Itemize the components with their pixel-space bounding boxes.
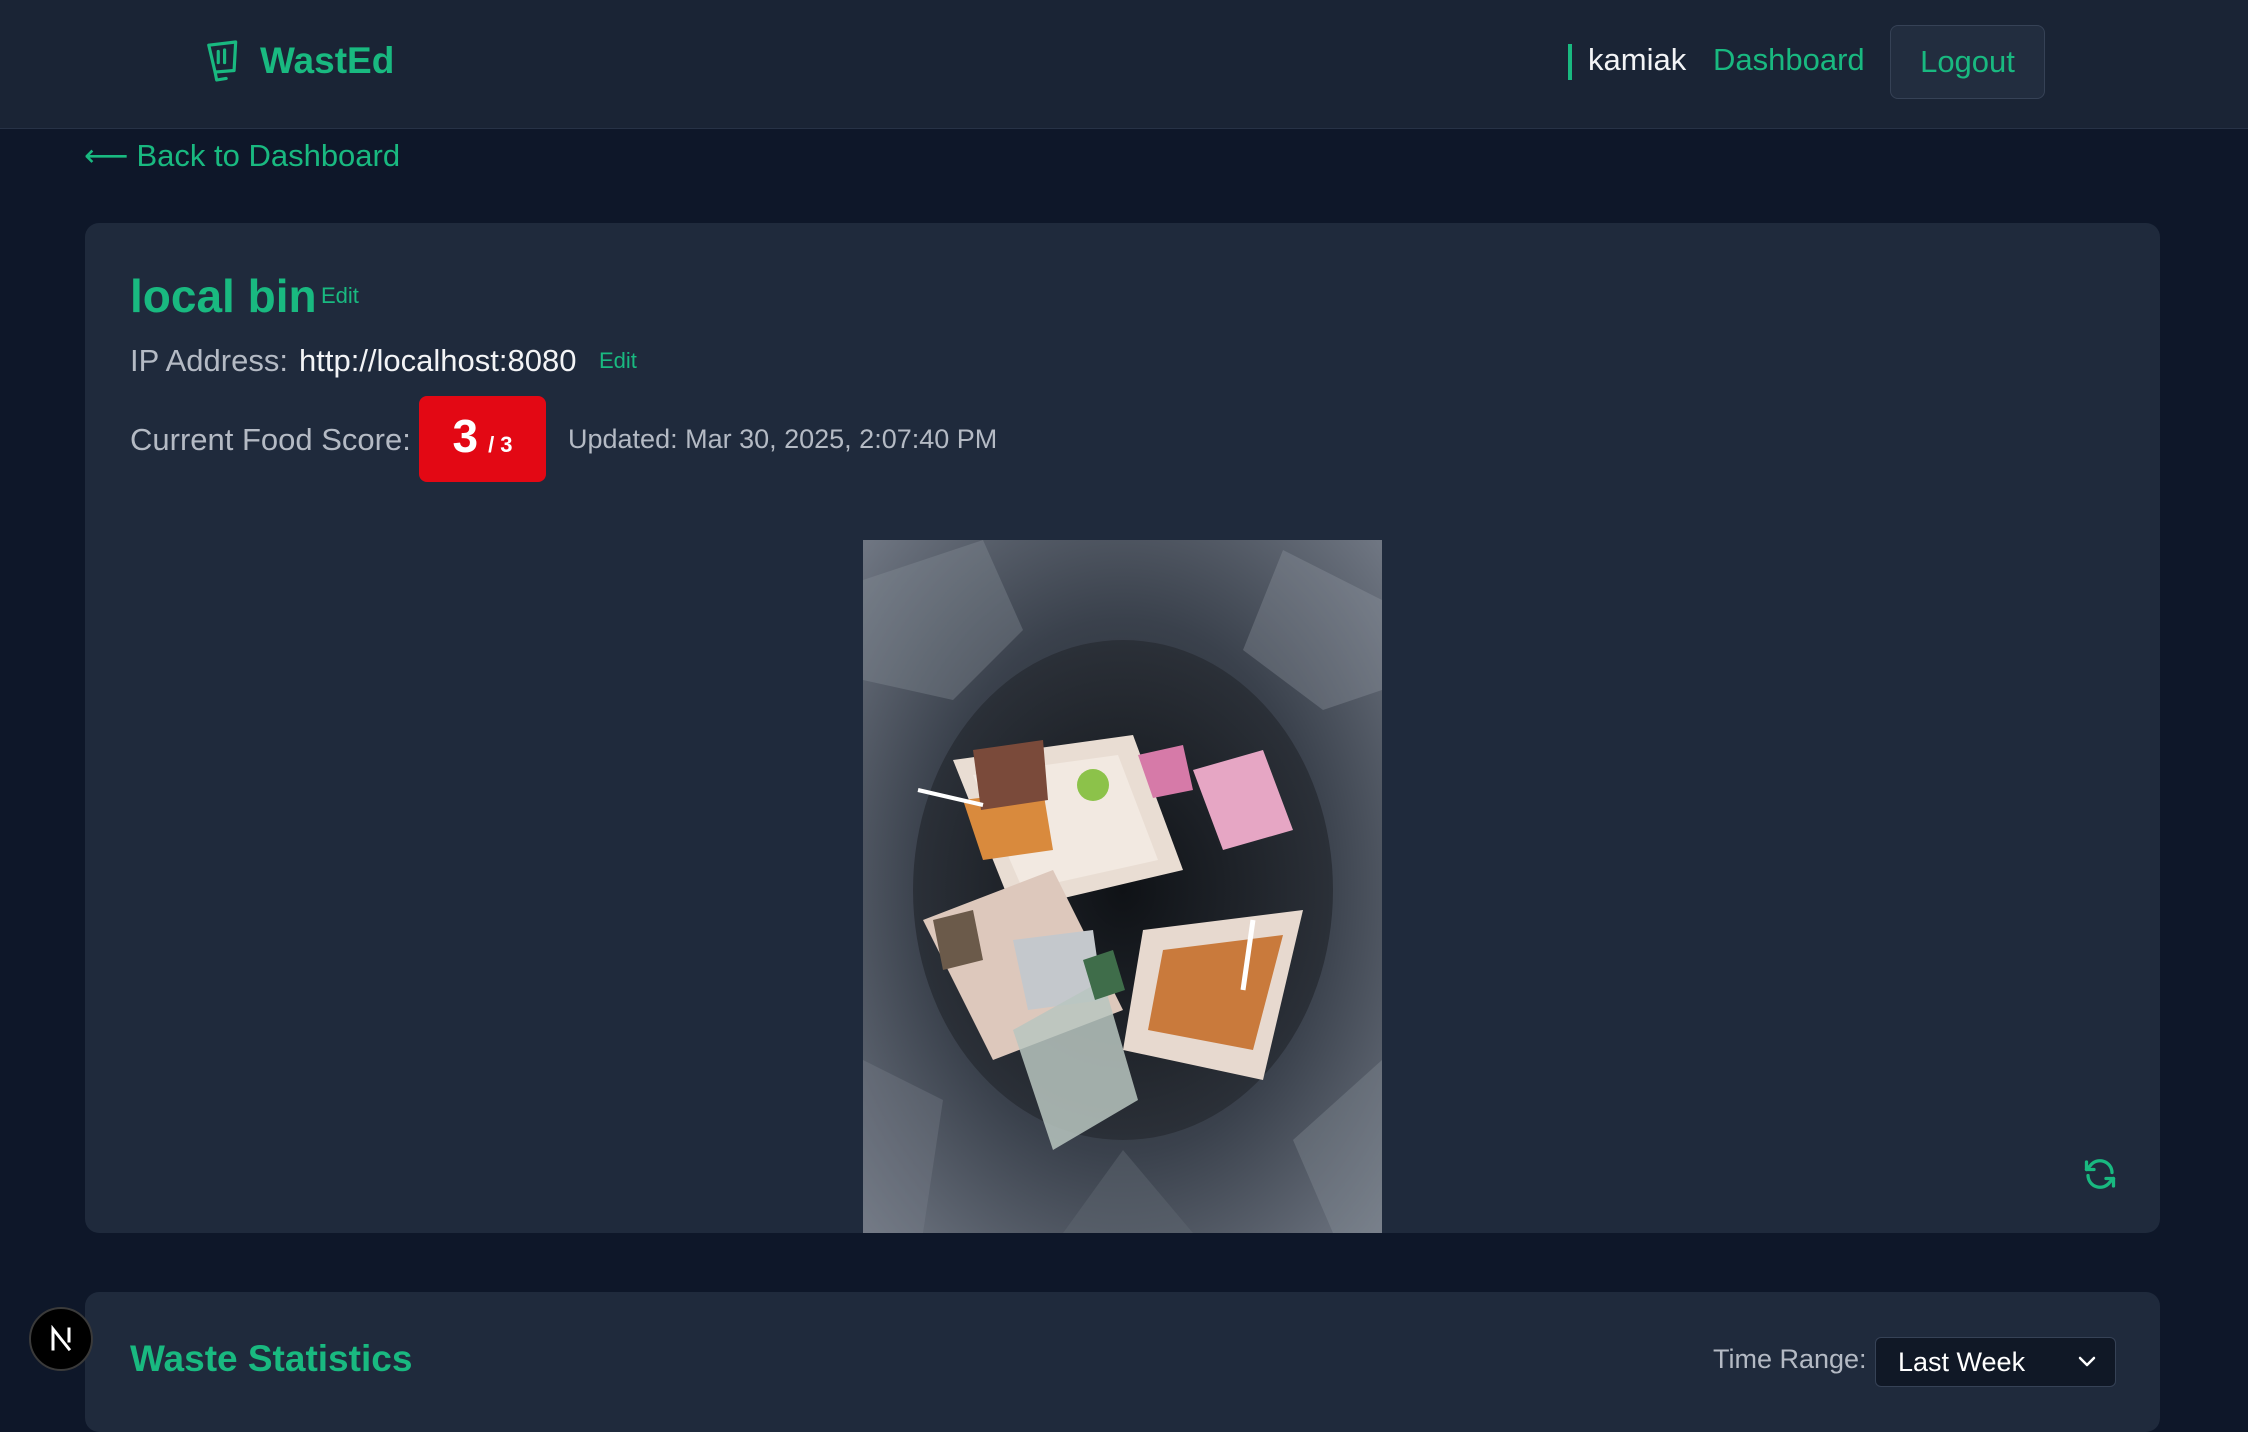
next-logo-icon	[51, 1325, 72, 1352]
edit-bin-name-link[interactable]: Edit	[321, 283, 359, 309]
nav-divider	[1568, 44, 1572, 80]
waste-statistics-card: Waste Statistics Time Range: Last Week	[85, 1292, 2160, 1432]
edit-ip-link[interactable]: Edit	[599, 348, 637, 374]
time-range-select[interactable]: Last Week	[1875, 1337, 2116, 1387]
ip-address-label: IP Address:	[130, 343, 288, 378]
bin-photo	[863, 540, 1382, 1233]
back-link-label: Back to Dashboard	[136, 138, 401, 173]
back-to-dashboard-link[interactable]: ⟵ Back to Dashboard	[84, 138, 400, 174]
time-range-value: Last Week	[1898, 1346, 2026, 1377]
stats-title: Waste Statistics	[130, 1338, 413, 1379]
app-logo[interactable]: WastEd	[204, 40, 394, 82]
bin-detail-card: local bin Edit IP Address: http://localh…	[85, 223, 2160, 1233]
food-score-label: Current Food Score:	[130, 422, 411, 457]
username-label: kamiak	[1588, 42, 1687, 77]
nav-dashboard-link[interactable]: Dashboard	[1713, 42, 1865, 78]
top-navbar: WastEd kamiak Dashboard Logout	[0, 0, 2248, 129]
updated-timestamp: Updated: Mar 30, 2025, 2:07:40 PM	[568, 424, 998, 454]
food-score-max: / 3	[488, 432, 513, 457]
bin-name: local bin	[130, 270, 317, 322]
logout-button[interactable]: Logout	[1890, 25, 2045, 99]
refresh-icon[interactable]	[2082, 1156, 2118, 1192]
trash-bin-photo-icon	[863, 540, 1382, 1233]
ip-address-value: http://localhost:8080	[299, 343, 577, 378]
food-score-badge: 3 / 3	[419, 396, 546, 482]
dev-tools-badge[interactable]	[29, 1307, 93, 1371]
back-arrow-icon: ⟵	[84, 138, 129, 173]
app-name: WastEd	[260, 40, 395, 81]
chevron-down-icon	[2078, 1356, 2096, 1367]
food-score-value: 3	[452, 410, 479, 462]
time-range-label: Time Range:	[1713, 1344, 1867, 1374]
bin-logo-icon	[207, 40, 238, 82]
